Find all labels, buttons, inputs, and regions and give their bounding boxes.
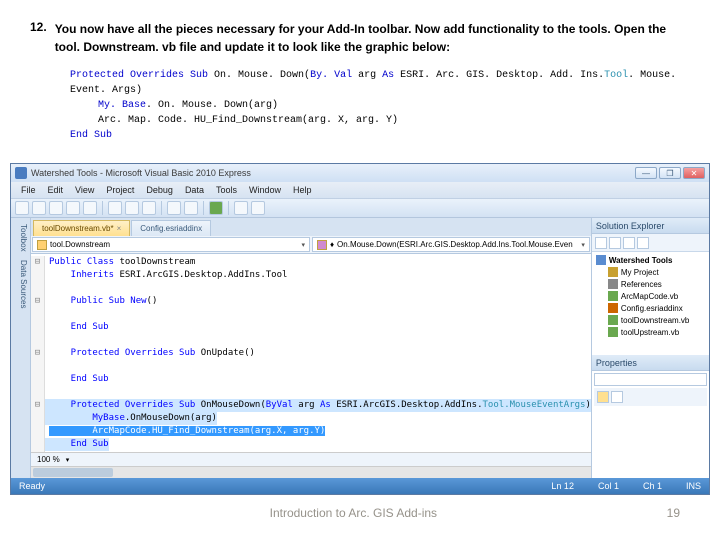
view-code-icon[interactable]	[637, 237, 649, 249]
alpha-icon[interactable]	[611, 391, 623, 403]
copy-icon[interactable]	[125, 201, 139, 215]
properties-icon[interactable]	[595, 237, 607, 249]
cut-icon[interactable]	[108, 201, 122, 215]
solution-icon	[596, 255, 606, 265]
titlebar: Watershed Tools - Microsoft Visual Basic…	[11, 164, 709, 182]
code-snippet: Protected Overrides Sub On. Mouse. Down(…	[70, 68, 690, 143]
save-all-icon[interactable]	[83, 201, 97, 215]
close-tab-icon[interactable]: ×	[117, 224, 122, 233]
comment-icon[interactable]	[234, 201, 248, 215]
menubar: File Edit View Project Debug Data Tools …	[11, 182, 709, 198]
menu-project[interactable]: Project	[100, 184, 140, 196]
editor-zoom-bar: 100 %▾	[31, 452, 591, 466]
chevron-down-icon: ▾	[581, 241, 585, 249]
menu-view[interactable]: View	[69, 184, 100, 196]
new-project-icon[interactable]	[15, 201, 29, 215]
refresh-icon[interactable]	[623, 237, 635, 249]
open-icon[interactable]	[49, 201, 63, 215]
method-icon	[317, 240, 327, 250]
status-ins: INS	[686, 481, 701, 491]
vb-file-icon	[608, 291, 618, 301]
menu-file[interactable]: File	[15, 184, 42, 196]
tab-config[interactable]: Config.esriaddinx	[131, 220, 211, 236]
status-bar: Ready Ln 12 Col 1 Ch 1 INS	[11, 478, 709, 494]
menu-tools[interactable]: Tools	[210, 184, 243, 196]
page-number: 19	[667, 506, 680, 520]
paste-icon[interactable]	[142, 201, 156, 215]
solution-tree[interactable]: Watershed Tools My Project References Ar…	[592, 252, 709, 355]
step-text: You now have all the pieces necessary fo…	[55, 20, 690, 56]
class-dropdown[interactable]: tool.Downstream▾	[32, 237, 310, 252]
menu-help[interactable]: Help	[287, 184, 318, 196]
code-editor[interactable]: ⊟Public Class toolDownstream Inherits ES…	[31, 254, 591, 452]
method-dropdown[interactable]: ♦ On.Mouse.Down(ESRI.Arc.GIS.Desktop.Add…	[312, 237, 590, 252]
references-icon	[608, 279, 618, 289]
chevron-down-icon: ▾	[301, 241, 305, 249]
categorized-icon[interactable]	[597, 391, 609, 403]
toolbox-tab[interactable]: Toolbox	[13, 224, 28, 252]
property-selector[interactable]	[594, 373, 707, 386]
menu-edit[interactable]: Edit	[42, 184, 70, 196]
minimize-button[interactable]: —	[635, 167, 657, 179]
status-ch: Ch 1	[643, 481, 662, 491]
horizontal-scrollbar[interactable]	[31, 466, 591, 478]
add-item-icon[interactable]	[32, 201, 46, 215]
class-icon	[37, 240, 47, 250]
vs-icon	[15, 167, 27, 179]
save-icon[interactable]	[66, 201, 80, 215]
vb-file-icon	[608, 315, 618, 325]
solution-explorer-title: Solution Explorer	[592, 218, 709, 234]
toolbar	[11, 198, 709, 218]
datasources-tab[interactable]: Data Sources	[13, 260, 28, 308]
close-button[interactable]: ✕	[683, 167, 705, 179]
redo-icon[interactable]	[184, 201, 198, 215]
properties-panel[interactable]	[592, 371, 709, 478]
xml-file-icon	[608, 303, 618, 313]
window-title: Watershed Tools - Microsoft Visual Basic…	[31, 168, 251, 178]
document-tabs: toolDownstream.vb*× Config.esriaddinx	[31, 218, 591, 236]
uncomment-icon[interactable]	[251, 201, 265, 215]
menu-window[interactable]: Window	[243, 184, 287, 196]
left-dock: Toolbox Data Sources	[11, 218, 31, 478]
properties-title: Properties	[592, 355, 709, 371]
status-line: Ln 12	[551, 481, 574, 491]
solution-toolbar	[592, 234, 709, 252]
vs-window: Watershed Tools - Microsoft Visual Basic…	[10, 163, 710, 495]
folder-icon	[608, 267, 618, 277]
undo-icon[interactable]	[167, 201, 181, 215]
status-ready: Ready	[19, 481, 45, 491]
zoom-level[interactable]: 100 %	[37, 455, 60, 464]
footer-title: Introduction to Arc. GIS Add-ins	[270, 506, 437, 520]
show-all-icon[interactable]	[609, 237, 621, 249]
status-col: Col 1	[598, 481, 619, 491]
tab-tooldownstream[interactable]: toolDownstream.vb*×	[33, 220, 130, 236]
menu-debug[interactable]: Debug	[140, 184, 179, 196]
start-debug-icon[interactable]	[209, 201, 223, 215]
menu-data[interactable]: Data	[179, 184, 210, 196]
maximize-button[interactable]: ❐	[659, 167, 681, 179]
vb-file-icon	[608, 327, 618, 337]
step-number: 12.	[30, 20, 47, 56]
